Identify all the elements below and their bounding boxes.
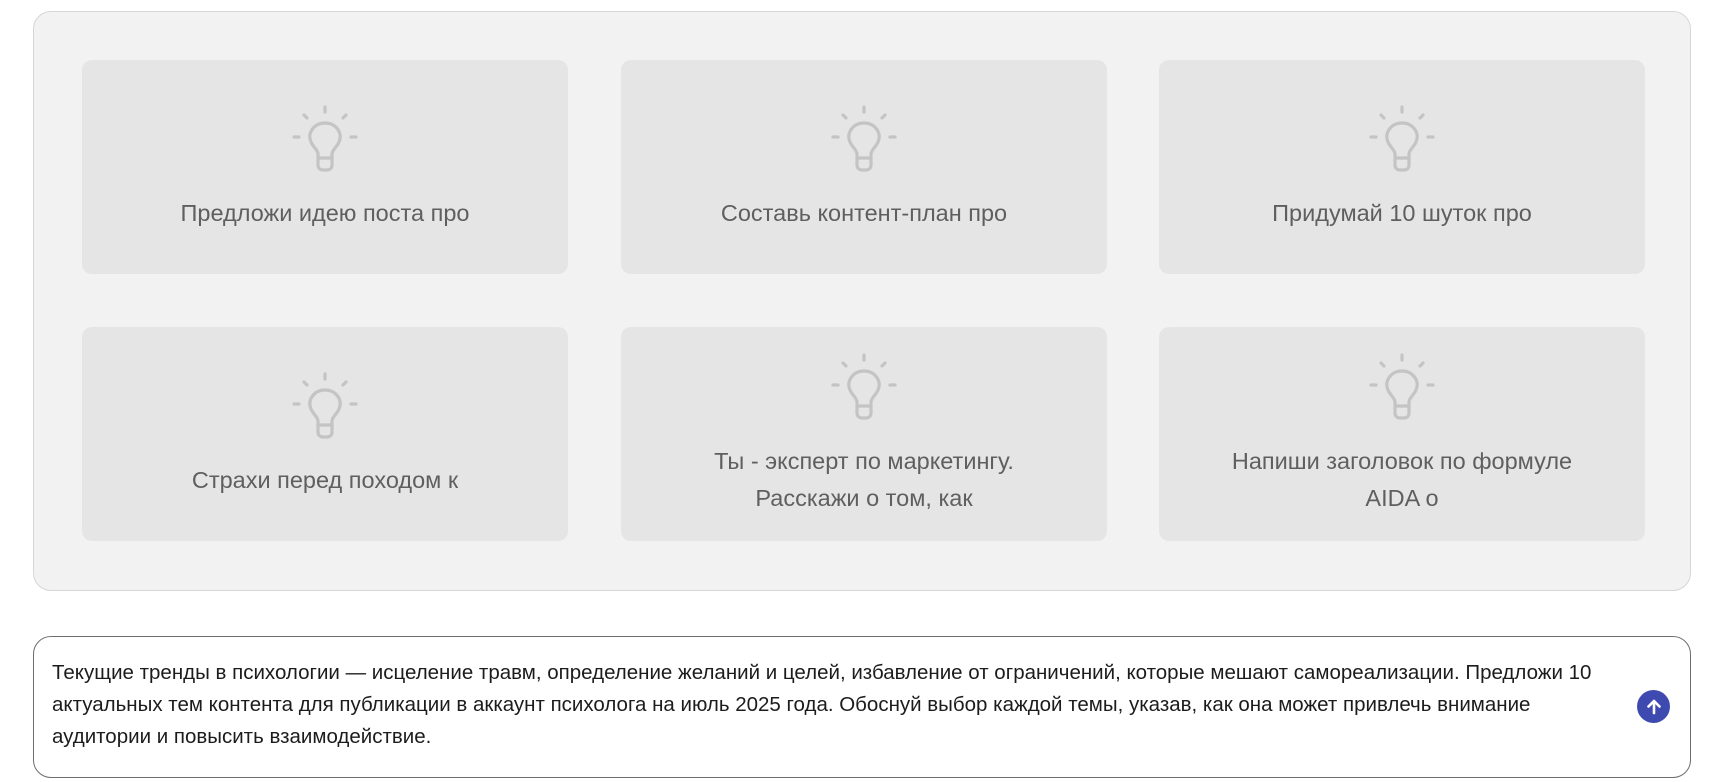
suggestion-card-1[interactable]: Предложи идею поста про — [82, 60, 568, 274]
page: Предложи идею поста про Составь контент-… — [0, 0, 1717, 782]
lightbulb-icon — [292, 371, 358, 439]
lightbulb-icon — [1369, 353, 1435, 420]
prompt-box: Текущие тренды в психологии — исцеление … — [33, 636, 1691, 778]
lightbulb-icon — [831, 104, 897, 172]
lightbulb-icon — [1369, 104, 1435, 172]
suggestion-text: Напиши заголовок по формуле AIDA о — [1231, 448, 1573, 511]
prompt-input[interactable]: Текущие тренды в психологии — исцеление … — [52, 657, 1612, 753]
suggestion-text: Придумай 10 шуток про — [1272, 199, 1532, 226]
suggestion-card-4[interactable]: Страхи перед походом к — [82, 327, 568, 541]
suggestion-text: Ты - эксперт по маркетингу. Расскажи о т… — [714, 448, 1014, 511]
arrow-up-icon — [1646, 699, 1661, 714]
suggestion-card-6[interactable]: Напиши заголовок по формуле AIDA о — [1159, 327, 1645, 541]
suggestion-card-5[interactable]: Ты - эксперт по маркетингу. Расскажи о т… — [621, 327, 1107, 541]
send-button[interactable] — [1637, 690, 1670, 723]
suggestion-text: Страхи перед походом к — [191, 466, 459, 493]
suggestion-text: Составь контент-план про — [720, 199, 1008, 226]
suggestions-panel: Предложи идею поста про Составь контент-… — [33, 11, 1691, 591]
suggestion-card-3[interactable]: Придумай 10 шуток про — [1159, 60, 1645, 274]
lightbulb-icon — [292, 104, 358, 172]
suggestion-card-2[interactable]: Составь контент-план про — [621, 60, 1107, 274]
suggestion-text: Предложи идею поста про — [180, 199, 470, 226]
lightbulb-icon — [831, 353, 897, 420]
